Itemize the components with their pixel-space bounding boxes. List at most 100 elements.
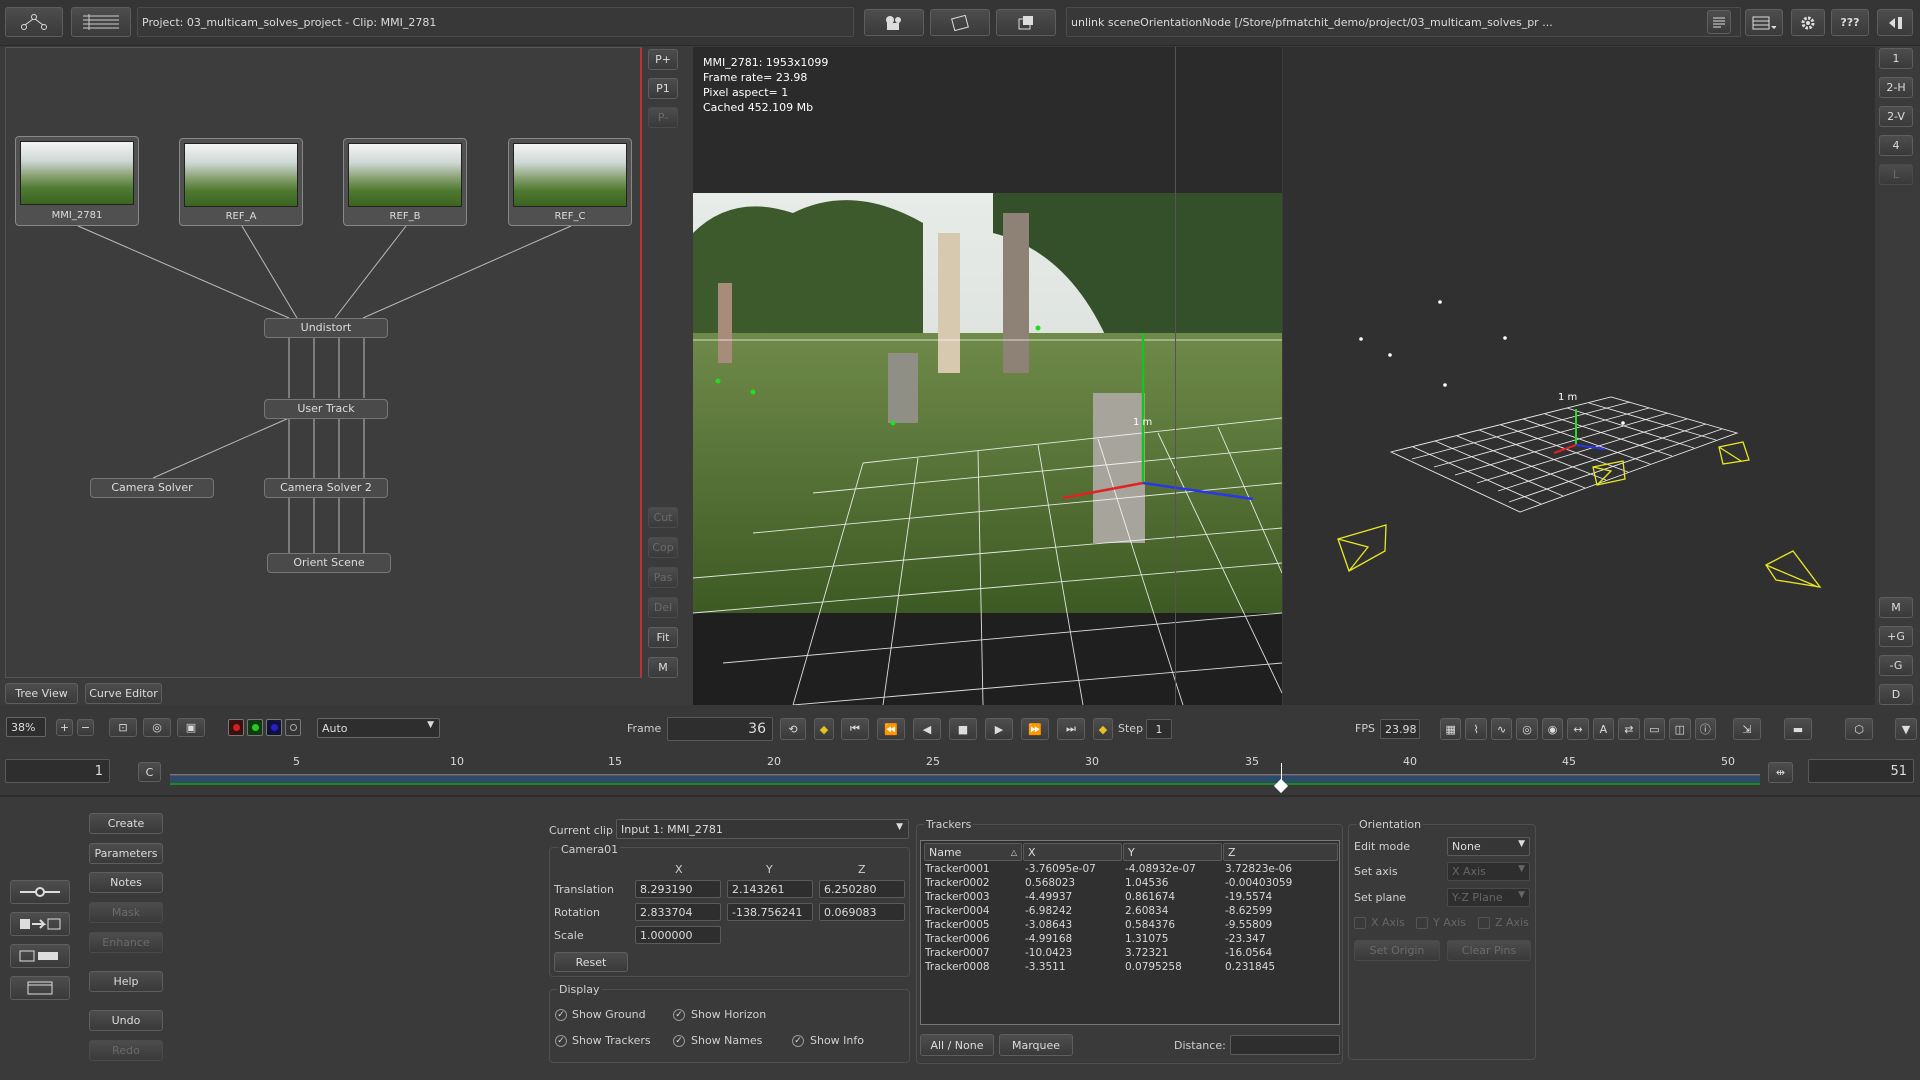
clip-viewer[interactable]: MMI_2781: 1953x1099 Frame rate= 23.98 Pi… [693, 47, 1282, 705]
camera-solver-node[interactable]: Camera Solver [90, 478, 214, 498]
table-row[interactable]: Tracker0005 -3.08643 0.584376 -9.55809 [925, 919, 1337, 933]
project-tool-icon[interactable] [10, 976, 70, 1000]
show-info-checkbox[interactable]: ✓ [792, 1035, 804, 1047]
scale-field[interactable]: 1.000000 [635, 926, 721, 944]
reset-button[interactable]: Reset [554, 952, 628, 972]
transfer-tool-icon[interactable] [10, 912, 70, 936]
parameters-button[interactable]: Parameters [89, 843, 163, 864]
help-button[interactable]: ??? [1831, 9, 1869, 36]
node-graph-icon[interactable] [5, 7, 63, 37]
distance-field[interactable] [1230, 1035, 1340, 1055]
slider-tool-icon[interactable] [10, 880, 70, 904]
undo-button[interactable]: Undo [89, 1010, 163, 1031]
swap-icon[interactable]: ⇄ [1618, 718, 1640, 740]
edit-mode-select[interactable]: None ▼ [1447, 837, 1530, 856]
view-m-button[interactable]: M [1879, 597, 1913, 618]
info-icon[interactable]: ⓘ [1694, 718, 1716, 740]
help-button[interactable]: Help [89, 971, 163, 992]
wave-icon[interactable]: ∿ [1490, 718, 1513, 740]
c-button[interactable]: C [138, 762, 161, 782]
show-ground-checkbox[interactable]: ✓ [555, 1009, 567, 1021]
collapse-panel-icon[interactable] [1877, 9, 1913, 36]
show-trackers-checkbox[interactable]: ✓ [555, 1035, 567, 1047]
translation-y-field[interactable]: 2.143261 [727, 880, 813, 898]
table-row[interactable]: Tracker0002 0.568023 1.04536 -0.00403059 [925, 877, 1337, 891]
zoom-field[interactable]: 38% [6, 717, 46, 737]
grid-icon[interactable]: ▦ [1440, 718, 1462, 740]
chevron-down-icon[interactable]: ▼ [1895, 718, 1917, 740]
y-column-header[interactable]: Y [1123, 843, 1222, 861]
play-reverse-icon[interactable]: ◀ [913, 718, 941, 740]
show-names-checkbox[interactable]: ✓ [673, 1035, 685, 1047]
fit-button[interactable]: Fit [648, 627, 678, 648]
rewind-start-icon[interactable]: ⏮ [841, 718, 869, 740]
export-icon[interactable] [996, 9, 1056, 36]
camera-solver-2-node[interactable]: Camera Solver 2 [264, 478, 388, 498]
trackers-table[interactable]: Name △ X Y Z Tracker0001 -3.76095e-07 -4.08… [920, 840, 1340, 1025]
layout-2v-button[interactable]: 2-V [1879, 106, 1913, 127]
delete-button[interactable]: Del [648, 597, 678, 618]
table-row[interactable]: Tracker0001 -3.76095e-07 -4.08932e-07 3.728… [925, 863, 1337, 877]
pin-add-button[interactable]: P+ [648, 49, 678, 70]
forward-end-icon[interactable]: ⏭ [1057, 718, 1085, 740]
rotation-x-field[interactable]: 2.833704 [635, 903, 721, 921]
translation-x-field[interactable]: 8.293190 [635, 880, 721, 898]
grid-minus-button[interactable]: -G [1879, 655, 1913, 676]
node-graph-panel[interactable]: MMI_2781 REF_A REF_B REF_C Undistort Use… [5, 47, 642, 678]
mask-button[interactable]: Mask [89, 902, 163, 923]
frame-field[interactable]: 36 [667, 717, 773, 741]
translation-z-field[interactable]: 6.250280 [819, 880, 905, 898]
stop-icon[interactable]: ■ [949, 718, 977, 740]
grid-plus-button[interactable]: +G [1879, 626, 1913, 647]
layout-l-button[interactable]: L [1879, 164, 1913, 185]
user-track-node[interactable]: User Track [264, 399, 388, 419]
color-icon[interactable]: ◉ [1541, 718, 1564, 740]
clip-node-ref-b[interactable]: REF_B [343, 138, 467, 226]
split-icon[interactable]: ◫ [1669, 718, 1691, 740]
step-field[interactable]: 1 [1146, 719, 1172, 739]
y-axis-checkbox[interactable] [1416, 917, 1428, 929]
clip-node-mmi[interactable]: MMI_2781 [15, 136, 139, 226]
layout-menu-icon[interactable] [1745, 9, 1783, 36]
fit-frame-icon[interactable]: ⊡ [109, 718, 137, 737]
fps-field[interactable]: 23.98 [1380, 719, 1420, 739]
snapshot-icon[interactable]: ▣ [177, 718, 205, 737]
table-row[interactable]: Tracker0008 -3.3511 0.0795258 0.231845 [925, 961, 1337, 975]
clip-node-ref-a[interactable]: REF_A [179, 138, 303, 226]
red-channel-icon[interactable] [228, 719, 244, 736]
set-plane-select[interactable]: Y-Z Plane ▼ [1447, 888, 1530, 907]
layout-4-button[interactable]: 4 [1879, 135, 1913, 156]
start-frame-field[interactable]: 1 [5, 759, 110, 783]
undistort-node[interactable]: Undistort [264, 318, 388, 338]
green-channel-icon[interactable] [247, 719, 263, 736]
target-icon[interactable]: ◎ [1516, 718, 1538, 740]
enhance-button[interactable]: Enhance [89, 932, 163, 953]
redo-button[interactable]: Redo [89, 1040, 163, 1061]
layout-2h-button[interactable]: 2-H [1879, 77, 1913, 98]
notes-button[interactable]: Notes [89, 872, 163, 893]
x-axis-checkbox[interactable] [1354, 917, 1366, 929]
marquee-button[interactable]: Marquee [999, 1034, 1073, 1056]
prev-keyframe-icon[interactable]: ◆ [814, 718, 834, 740]
set-axis-select[interactable]: X Axis ▼ [1447, 862, 1530, 881]
view-d-button[interactable]: D [1879, 684, 1913, 705]
clip-node-ref-c[interactable]: REF_C [508, 138, 632, 226]
play-icon[interactable]: ▶ [985, 718, 1013, 740]
x-column-header[interactable]: X [1023, 843, 1122, 861]
3d-viewer[interactable]: 1 m [1283, 47, 1875, 705]
timeline-ruler[interactable]: 5 10 15 20 25 30 35 40 45 50 [170, 753, 1760, 794]
list-view-icon[interactable] [71, 7, 131, 37]
rotation-y-field[interactable]: -138.756241 [727, 903, 813, 921]
all-none-button[interactable]: All / None [920, 1034, 994, 1056]
clip-tool-icon[interactable] [10, 944, 70, 968]
film-icon[interactable] [930, 9, 990, 36]
orient-scene-node[interactable]: Orient Scene [267, 553, 391, 573]
table-row[interactable]: Tracker0003 -4.49937 0.861674 -19.5574 [925, 891, 1337, 905]
copy-button[interactable]: Cop [648, 537, 678, 558]
cut-button[interactable]: Cut [648, 507, 678, 528]
table-row[interactable]: Tracker0004 -6.98242 2.60834 -8.62599 [925, 905, 1337, 919]
layout-1-button[interactable]: 1 [1879, 48, 1913, 69]
name-column-header[interactable]: Name △ [924, 843, 1022, 861]
annotate-icon[interactable]: A [1592, 718, 1615, 740]
pin-one-button[interactable]: P1 [648, 78, 678, 99]
